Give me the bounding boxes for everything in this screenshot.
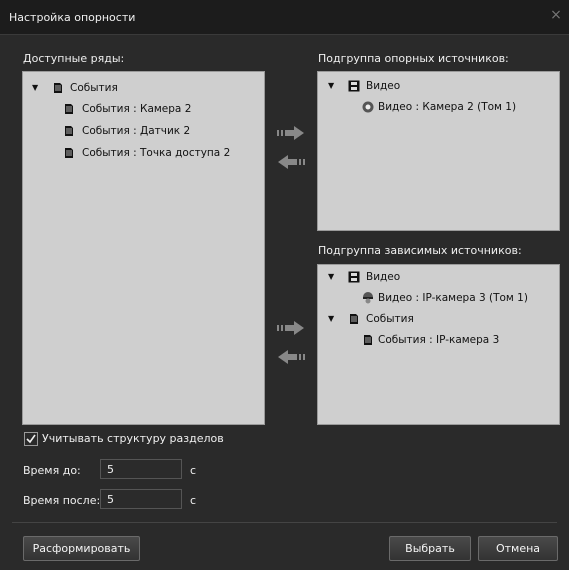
cancel-button[interactable]: Отмена: [478, 536, 558, 561]
dome-camera-icon: [363, 292, 373, 304]
select-button[interactable]: Выбрать: [389, 536, 471, 561]
structure-checkbox[interactable]: [24, 432, 38, 446]
move-from-dependent-button[interactable]: [276, 350, 306, 364]
window-title: Настройка опорности: [9, 11, 136, 24]
events-icon: [350, 314, 358, 324]
events-icon: [65, 104, 73, 114]
tree-item-events[interactable]: ▼ События: [32, 80, 252, 96]
move-from-reference-button[interactable]: [276, 155, 306, 169]
film-icon: [348, 271, 360, 283]
time-after-input[interactable]: [100, 489, 182, 509]
checkmark-icon: [26, 434, 36, 444]
tree-item-video-camera-2[interactable]: Видео : Камера 2 (Том 1): [328, 99, 553, 115]
reference-sources-label: Подгруппа опорных источников:: [318, 52, 509, 65]
expand-arrow-icon[interactable]: ▼: [32, 80, 42, 96]
tree-item-events-sensor-2[interactable]: События : Датчик 2: [32, 123, 252, 139]
dependent-sources-label: Подгруппа зависимых источников:: [318, 244, 522, 257]
tree-item-events-camera-2[interactable]: События : Камера 2: [32, 101, 252, 117]
reference-sources-panel[interactable]: ▼ Видео Видео : Камера 2 (Том 1): [317, 71, 560, 231]
structure-checkbox-label[interactable]: Учитывать структуру разделов: [42, 432, 224, 445]
film-icon: [348, 80, 360, 92]
time-before-label: Время до:: [23, 464, 81, 477]
disband-button[interactable]: Расформировать: [23, 536, 140, 561]
available-rows-panel[interactable]: ▼ События События : Камера 2 События : Д…: [22, 71, 265, 425]
divider: [12, 522, 557, 523]
move-to-dependent-button[interactable]: [276, 321, 306, 335]
available-rows-label: Доступные ряды:: [23, 52, 125, 65]
close-icon[interactable]: ×: [549, 8, 563, 22]
tree-item-video[interactable]: ▼ Видео: [328, 78, 548, 94]
tree-item-video[interactable]: ▼ Видео: [328, 269, 548, 285]
tree-item-events-access-point-2[interactable]: События : Точка доступа 2: [32, 145, 252, 161]
tree-item-events[interactable]: ▼ События: [328, 311, 548, 327]
events-icon: [54, 83, 62, 93]
events-icon: [364, 335, 372, 345]
events-icon: [65, 148, 73, 158]
dependent-sources-panel[interactable]: ▼ Видео Видео : IP-камера 3 (Том 1) ▼ Со…: [317, 264, 560, 425]
tree-item-video-ip-camera-3[interactable]: Видео : IP-камера 3 (Том 1): [328, 290, 553, 306]
time-before-unit: с: [190, 464, 197, 477]
expand-arrow-icon[interactable]: ▼: [328, 311, 338, 327]
expand-arrow-icon[interactable]: ▼: [328, 269, 338, 285]
time-after-label: Время после:: [23, 494, 101, 507]
title-bar: Настройка опорности ×: [0, 0, 569, 35]
move-to-reference-button[interactable]: [276, 126, 306, 140]
time-before-input[interactable]: [100, 459, 182, 479]
tree-item-events-ip-camera-3[interactable]: События : IP-камера 3: [328, 332, 548, 348]
events-icon: [65, 126, 73, 136]
time-after-unit: с: [190, 494, 197, 507]
camera-icon: [362, 101, 374, 113]
expand-arrow-icon[interactable]: ▼: [328, 78, 338, 94]
